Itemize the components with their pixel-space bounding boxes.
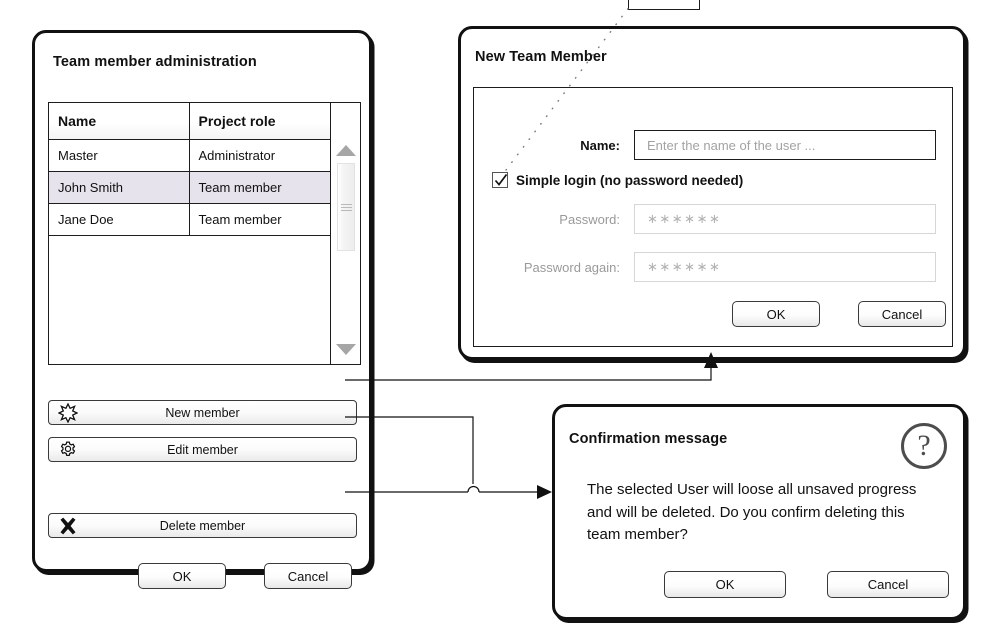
new-member-label: New member <box>165 405 240 420</box>
cancel-button[interactable]: Cancel <box>858 301 946 327</box>
confirmation-message-text: The selected User will loose all unsaved… <box>587 481 917 543</box>
password-again-label: Password again: <box>523 259 620 275</box>
cropped-callout-box <box>628 0 700 10</box>
dialog-title: New Team Member <box>475 49 607 65</box>
gear-icon <box>57 439 79 461</box>
vertical-scrollbar[interactable] <box>330 103 360 364</box>
form-frame: Name: Enter the name of the user ... Sim… <box>473 87 953 347</box>
dialog-title: Confirmation message <box>569 431 728 447</box>
checkmark-icon <box>494 173 508 186</box>
simple-login-checkbox[interactable] <box>492 172 508 188</box>
table-row[interactable]: Master Administrator <box>49 139 331 172</box>
cell-name: Master <box>49 139 190 172</box>
password-label: Password: <box>559 211 620 227</box>
password-again-input[interactable]: ∗∗∗∗∗∗ <box>634 252 936 282</box>
password-row: Password: ∗∗∗∗∗∗ <box>474 204 952 234</box>
scroll-down-arrow-icon[interactable] <box>335 344 356 355</box>
connector-delete-member <box>345 485 552 499</box>
cell-name: Jane Doe <box>49 203 190 236</box>
cancel-button[interactable]: Cancel <box>264 563 352 589</box>
edit-member-button[interactable]: Edit member <box>48 437 357 462</box>
scrollbar-grip-icon <box>341 204 352 211</box>
mockup-canvas: Team member administration Name Project … <box>0 0 988 636</box>
name-input[interactable]: Enter the name of the user ... <box>634 130 936 160</box>
delete-member-button[interactable]: Delete member <box>48 513 357 538</box>
members-list-box: Name Project role Master Administrator J… <box>48 102 361 365</box>
edit-member-label: Edit member <box>167 442 238 457</box>
table-row-selected[interactable]: John Smith Team member <box>49 171 331 204</box>
password-again-row: Password again: ∗∗∗∗∗∗ <box>474 252 952 282</box>
team-member-administration-panel: Team member administration Name Project … <box>32 30 372 589</box>
simple-login-checkbox-row[interactable]: Simple login (no password needed) <box>492 172 743 188</box>
scrollbar-thumb[interactable] <box>337 163 355 251</box>
simple-login-label: Simple login (no password needed) <box>516 172 744 188</box>
column-header-role[interactable]: Project role <box>189 103 331 140</box>
cell-name: John Smith <box>49 171 190 204</box>
cell-role: Administrator <box>189 139 331 172</box>
new-member-button[interactable]: New member <box>48 400 357 425</box>
new-team-member-dialog: New Team Member Name: Enter the name of … <box>458 26 966 360</box>
members-table: Name Project role Master Administrator J… <box>49 103 331 236</box>
scroll-up-arrow-icon[interactable] <box>335 145 356 156</box>
cell-role: Team member <box>189 171 331 204</box>
password-input[interactable]: ∗∗∗∗∗∗ <box>634 204 936 234</box>
name-label: Name: <box>580 137 620 153</box>
ok-button[interactable]: OK <box>664 571 786 598</box>
table-row[interactable]: Jane Doe Team member <box>49 203 331 236</box>
confirmation-message-dialog: Confirmation message ? The selected User… <box>552 404 966 620</box>
column-header-name[interactable]: Name <box>49 103 190 140</box>
ok-button[interactable]: OK <box>732 301 820 327</box>
cancel-button[interactable]: Cancel <box>827 571 949 598</box>
star-burst-icon <box>57 402 79 424</box>
table-header-row: Name Project role <box>49 103 331 140</box>
page-title: Team member administration <box>53 54 257 70</box>
cell-role: Team member <box>189 203 331 236</box>
name-row: Name: Enter the name of the user ... <box>474 130 952 160</box>
ok-button[interactable]: OK <box>138 563 226 589</box>
cross-icon <box>57 515 79 537</box>
delete-member-label: Delete member <box>159 518 246 533</box>
question-mark-icon: ? <box>901 423 947 469</box>
